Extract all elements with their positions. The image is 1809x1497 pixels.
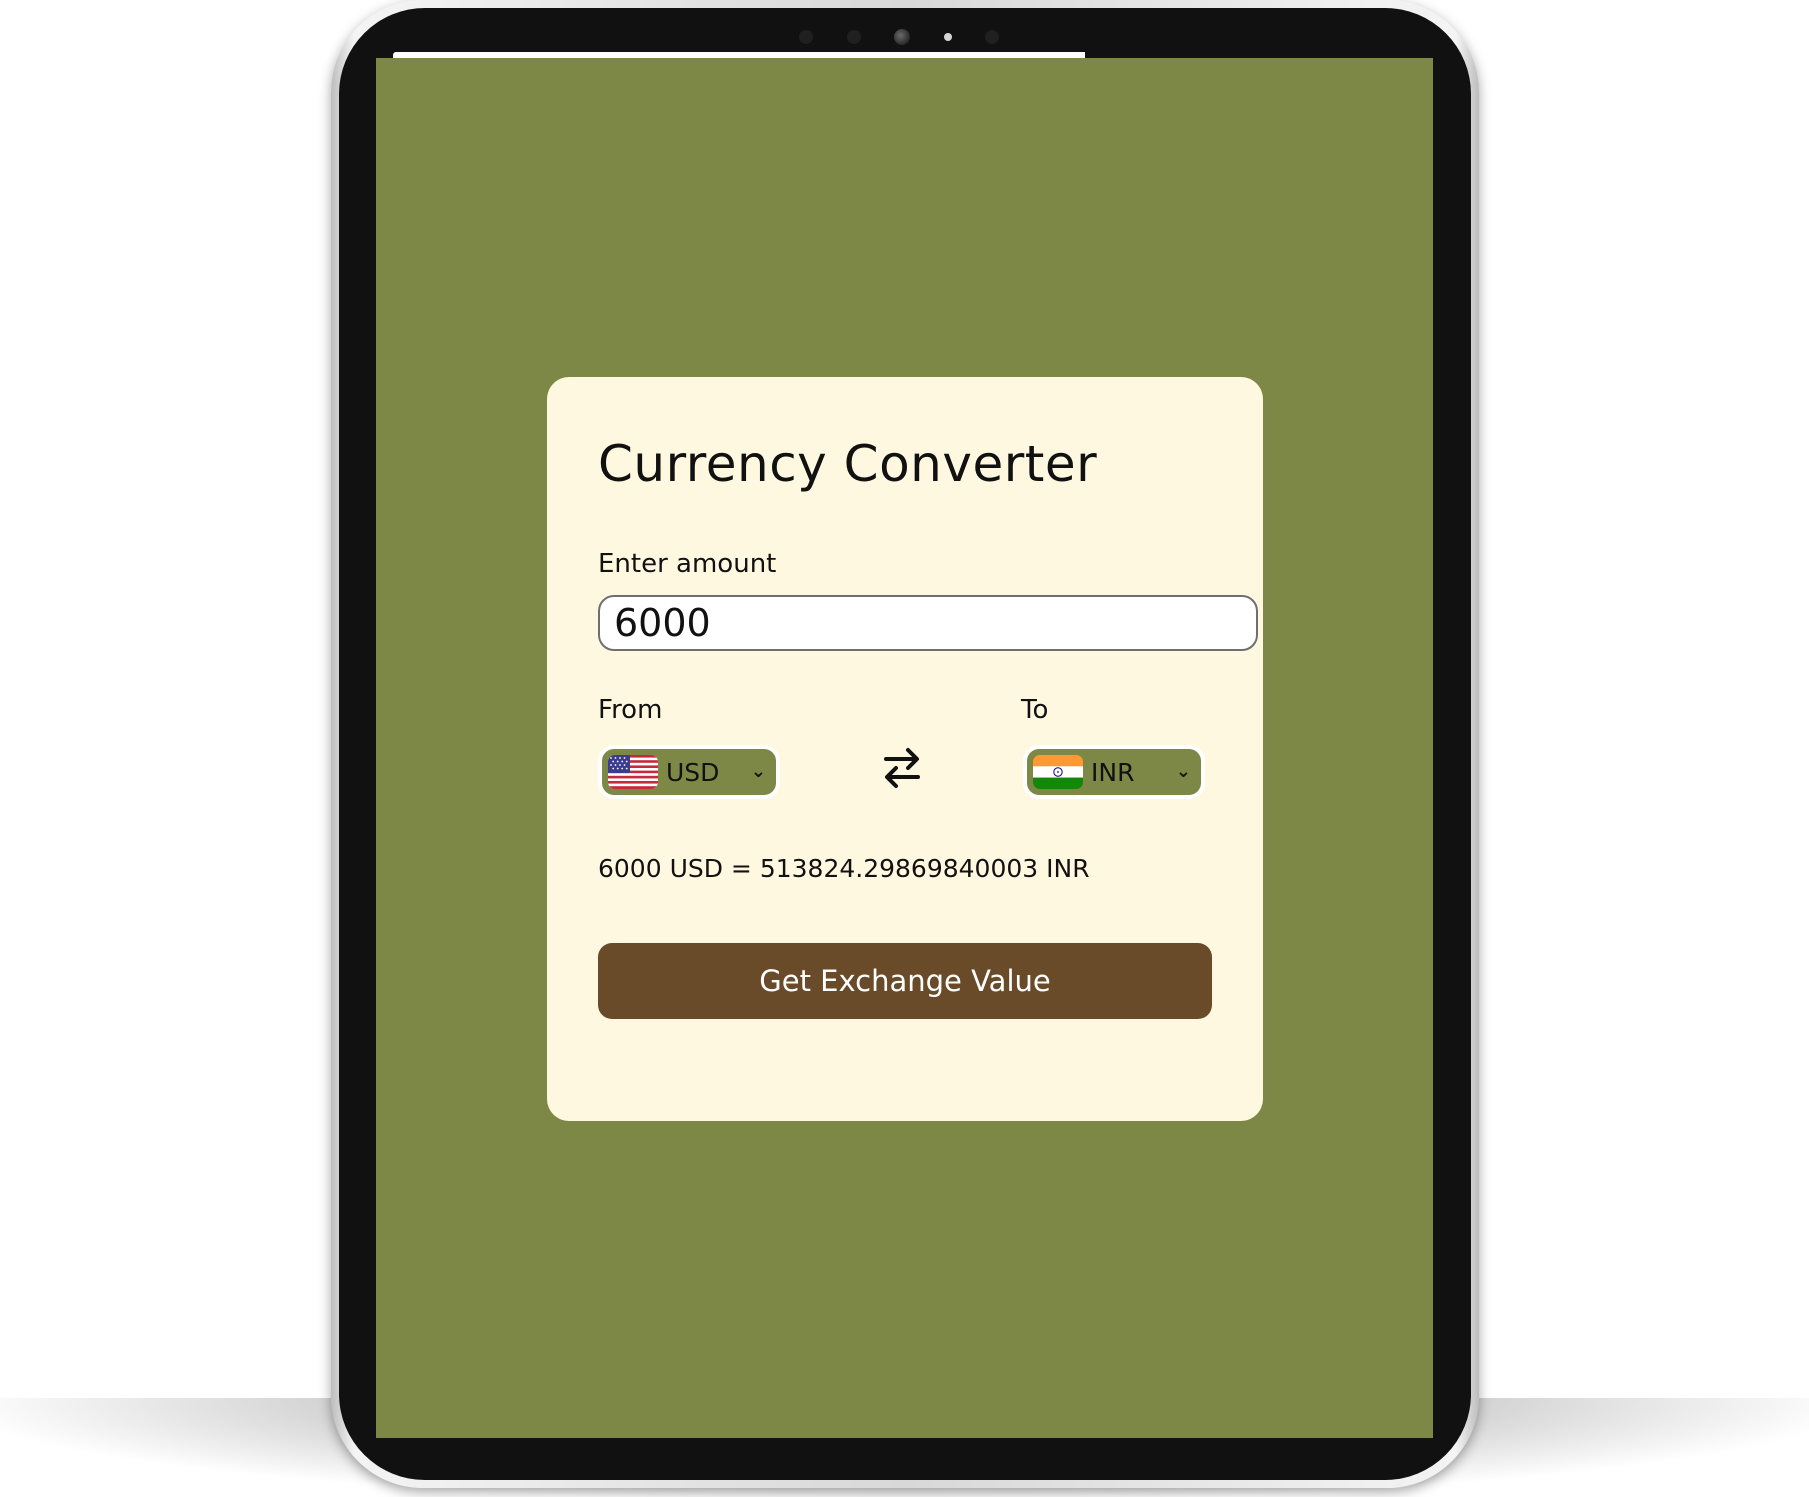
- from-currency-code: USD: [666, 757, 720, 787]
- conversion-result: 6000 USD = 513824.29869840003 INR: [598, 854, 1090, 883]
- page-title: Currency Converter: [598, 435, 1098, 493]
- chevron-down-icon: ⌄: [750, 761, 766, 782]
- app-screen: Currency Converter Enter amount From: [376, 58, 1433, 1438]
- from-label: From: [598, 695, 663, 725]
- converter-card: Currency Converter Enter amount From: [547, 377, 1263, 1121]
- india-flag-icon: [1033, 755, 1083, 789]
- sensor-dot: [799, 30, 813, 44]
- indicator-light: [943, 33, 952, 41]
- to-currency-select[interactable]: INR ⌄: [1023, 745, 1205, 799]
- get-exchange-value-button[interactable]: Get Exchange Value: [598, 943, 1212, 1019]
- to-currency-code: INR: [1091, 757, 1135, 787]
- camera-lens-icon: [894, 29, 910, 45]
- sensor-dot: [846, 30, 861, 44]
- camera-bar: [799, 26, 999, 48]
- amount-label: Enter amount: [598, 549, 777, 579]
- stage: Currency Converter Enter amount From: [0, 0, 1809, 1497]
- swap-arrows-icon[interactable]: [880, 741, 924, 793]
- amount-input[interactable]: [598, 595, 1258, 651]
- chevron-down-icon: ⌄: [1175, 761, 1191, 782]
- from-currency-select[interactable]: USD ⌄: [598, 745, 780, 799]
- to-label: To: [1021, 695, 1049, 725]
- sensor-dot: [985, 30, 999, 44]
- us-flag-icon: [608, 755, 658, 789]
